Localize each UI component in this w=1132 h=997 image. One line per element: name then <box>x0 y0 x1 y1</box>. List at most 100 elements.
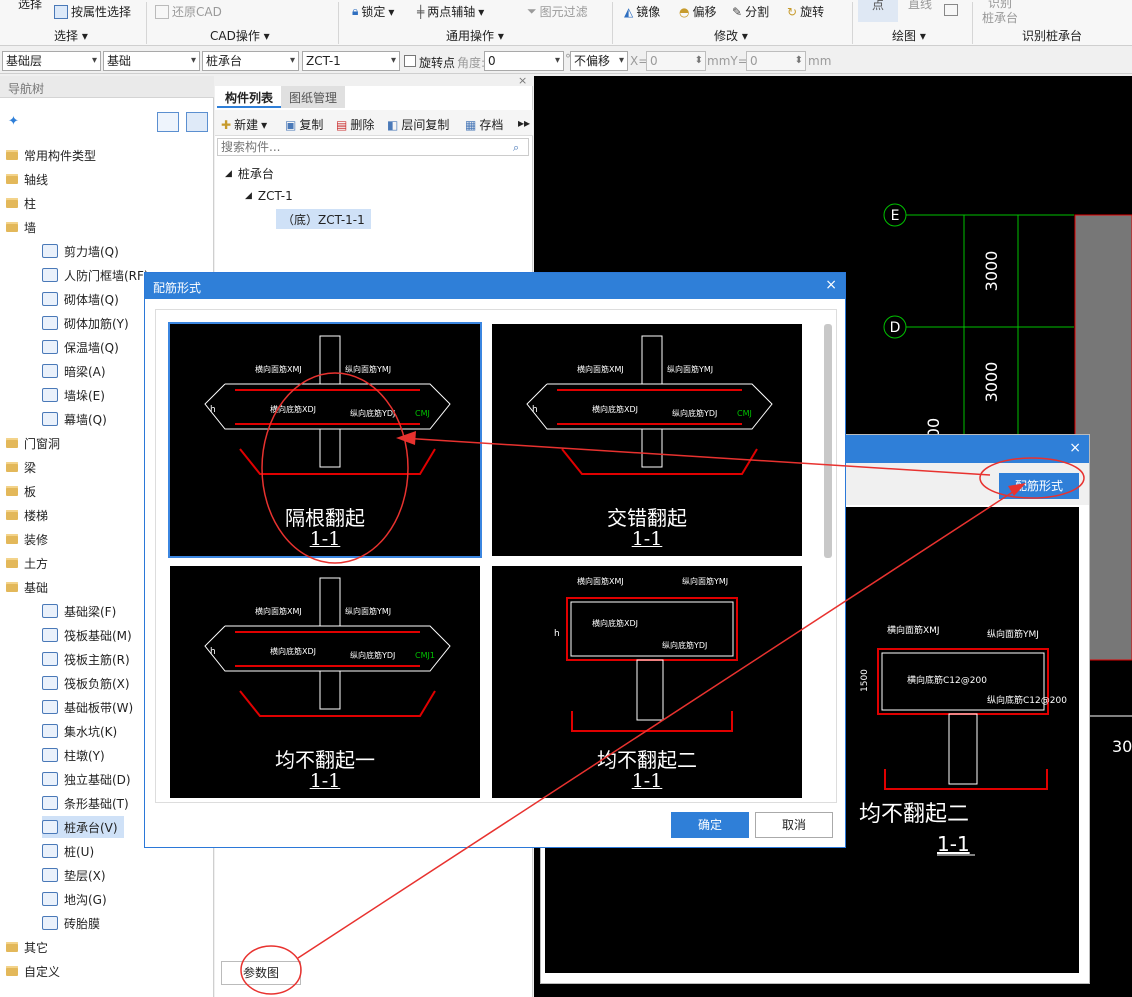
y-input[interactable]: 0 <box>746 51 806 71</box>
restore-cad-button[interactable]: 还原CAD <box>155 3 222 20</box>
archive-button[interactable]: ▦ 存档 <box>465 116 503 133</box>
component-select[interactable]: ZCT-1 <box>302 51 400 71</box>
component-icon <box>42 868 58 882</box>
recognize-cap-button[interactable]: 桩承台 <box>982 9 1018 26</box>
nav-folder[interactable]: 门窗洞 <box>6 432 66 454</box>
tab-component-list[interactable]: 构件列表 <box>217 86 282 108</box>
rotate-button[interactable]: ↻ 旋转 <box>787 3 824 20</box>
type-select[interactable]: 桩承台 <box>202 51 299 71</box>
x-input[interactable]: 0 <box>646 51 706 71</box>
nav-item[interactable]: 砌体墙(Q) <box>42 288 125 310</box>
offset-mode-select[interactable]: 不偏移 <box>570 51 628 71</box>
comp-close-icon[interactable]: × <box>518 74 527 87</box>
layer-select[interactable]: 基础层 <box>2 51 101 71</box>
nav-item[interactable]: 条形基础(T) <box>42 792 135 814</box>
offset-icon: ◓ <box>679 4 690 19</box>
angle-input[interactable]: 0 <box>484 51 564 71</box>
nav-item[interactable]: 桩(U) <box>42 840 100 862</box>
component-icon <box>42 364 58 378</box>
nav-item[interactable]: 幕墙(Q) <box>42 408 113 430</box>
nav-settings-icon[interactable]: ✦ <box>8 114 19 129</box>
element-filter-button[interactable]: ⏷ 图元过滤 <box>527 3 588 20</box>
nav-folder[interactable]: 墙 <box>6 216 42 238</box>
offset-button[interactable]: ◓ 偏移 <box>679 3 717 20</box>
nav-item[interactable]: 集水坑(K) <box>42 720 123 742</box>
floor-copy-button[interactable]: ◧ 层间复制 <box>387 116 449 133</box>
nav-folder[interactable]: 常用构件类型 <box>6 144 102 166</box>
gallery-scrollbar[interactable] <box>824 324 832 558</box>
nav-item[interactable]: 独立基础(D) <box>42 768 137 790</box>
ok-button[interactable]: 确定 <box>671 812 749 838</box>
nav-item[interactable]: 地沟(G) <box>42 888 113 910</box>
nav-label: 门窗洞 <box>24 436 61 451</box>
mirror-button[interactable]: ◭ 镜像 <box>624 3 660 20</box>
line-draw-button[interactable]: 直线 <box>908 0 932 12</box>
tree-node-zct1[interactable]: ◢ ZCT-1 <box>245 189 293 203</box>
rect-draw-icon[interactable] <box>944 4 958 16</box>
nav-folder[interactable]: 其它 <box>6 936 54 958</box>
rebar-form-button[interactable]: 配筋形式 <box>999 473 1079 499</box>
rebar-form-option[interactable]: 横向面筋XMJ 纵向面筋YMJ 横向底筋XDJ 纵向底筋YDJ h CMJ 交错翻起 1-1 <box>490 322 804 558</box>
rebar-line <box>319 577 341 627</box>
nav-item[interactable]: 墙垛(E) <box>42 384 111 406</box>
rebar-line <box>239 448 436 475</box>
nav-folder[interactable]: 土方 <box>6 552 54 574</box>
lock-button[interactable]: 🔒︎ 锁定 ▾ <box>352 3 394 20</box>
tree-node-root[interactable]: ◢ 桩承台 <box>225 165 274 182</box>
nav-folder[interactable]: 楼梯 <box>6 504 54 526</box>
group-select[interactable]: 选择 ▾ <box>54 27 88 44</box>
nav-item[interactable]: 柱墩(Y) <box>42 744 111 766</box>
delete-button[interactable]: ▤ 删除 <box>336 116 374 133</box>
nav-folder[interactable]: 基础 <box>6 576 54 598</box>
rebar-form-option[interactable]: 横向面筋XMJ 纵向面筋YMJ 横向底筋XDJ 纵向底筋YDJ h 均不翻起二 1-1 <box>490 564 804 800</box>
rotate-point-label: 旋转点 <box>419 56 456 70</box>
rebar-form-option[interactable]: 横向面筋XMJ 纵向面筋YMJ 横向底筋XDJ 纵向底筋YDJ h CMJ 隔根翻起 1-1 <box>168 322 482 558</box>
list-view-icon[interactable] <box>157 112 179 132</box>
more-icon[interactable]: ▸▸ <box>518 116 530 130</box>
group-modify[interactable]: 修改 ▾ <box>714 27 748 44</box>
nav-item[interactable]: 筏板负筋(X) <box>42 672 136 694</box>
nav-folder[interactable]: 自定义 <box>6 960 66 982</box>
group-draw[interactable]: 绘图 ▾ <box>892 27 926 44</box>
category-select[interactable]: 基础 <box>103 51 200 71</box>
rebar-form-option[interactable]: 横向面筋XMJ 纵向面筋YMJ 横向底筋XDJ 纵向底筋YDJ h CMJ1 均不翻起一 1-… <box>168 564 482 800</box>
nav-item[interactable]: 垫层(X) <box>42 864 112 886</box>
cancel-button[interactable]: 取消 <box>755 812 833 838</box>
nav-item[interactable]: 砖胎膜 <box>42 912 106 934</box>
nav-item[interactable]: 基础板带(W) <box>42 696 139 718</box>
select-button[interactable]: 选择 <box>18 0 42 12</box>
nav-folder[interactable]: 装修 <box>6 528 54 550</box>
nav-item[interactable]: 基础梁(F) <box>42 600 122 622</box>
new-button[interactable]: ✚ 新建 ▾ <box>221 116 267 133</box>
nav-folder[interactable]: 板 <box>6 480 42 502</box>
nav-folder[interactable]: 轴线 <box>6 168 54 190</box>
grid-view-icon[interactable] <box>186 112 208 132</box>
nav-title: 导航树 <box>0 76 214 98</box>
search-icon[interactable]: ⌕ <box>513 141 519 155</box>
component-search-input[interactable] <box>217 138 529 156</box>
copy-button[interactable]: ▣ 复制 <box>285 116 323 133</box>
parameter-dialog-close-icon[interactable]: × <box>1069 440 1081 456</box>
split-button[interactable]: ✎ 分割 <box>732 3 769 20</box>
nav-item[interactable]: 暗梁(A) <box>42 360 112 382</box>
two-point-aux-button[interactable]: ╪ 两点辅轴 ▾ <box>417 3 484 20</box>
nav-folder[interactable]: 梁 <box>6 456 42 478</box>
parameter-diagram-button[interactable]: 参数图 <box>221 961 301 985</box>
attr-select-button[interactable]: 按属性选择 <box>54 3 131 20</box>
group-cad-ops[interactable]: CAD操作 ▾ <box>210 27 270 44</box>
nav-item[interactable]: 人防门框墙(RF) <box>42 264 155 286</box>
nav-item[interactable]: 桩承台(V) <box>42 816 124 838</box>
rebar-label: 横向底筋XDJ <box>592 618 638 628</box>
rotate-point-checkbox[interactable] <box>404 55 416 67</box>
group-general-ops[interactable]: 通用操作 ▾ <box>446 27 504 44</box>
tree-node-zct1-1[interactable]: （底）ZCT-1-1 <box>276 209 371 229</box>
nav-item[interactable]: 砌体加筋(Y) <box>42 312 135 334</box>
point-draw-button[interactable]: 点 <box>858 0 898 22</box>
nav-item[interactable]: 剪力墙(Q) <box>42 240 125 262</box>
nav-item[interactable]: 筏板基础(M) <box>42 624 138 646</box>
rebar-form-dialog-close-icon[interactable]: × <box>825 277 837 293</box>
nav-item[interactable]: 保温墙(Q) <box>42 336 125 358</box>
nav-item[interactable]: 筏板主筋(R) <box>42 648 136 670</box>
tab-drawing-management[interactable]: 图纸管理 <box>281 86 346 108</box>
nav-folder[interactable]: 柱 <box>6 192 42 214</box>
